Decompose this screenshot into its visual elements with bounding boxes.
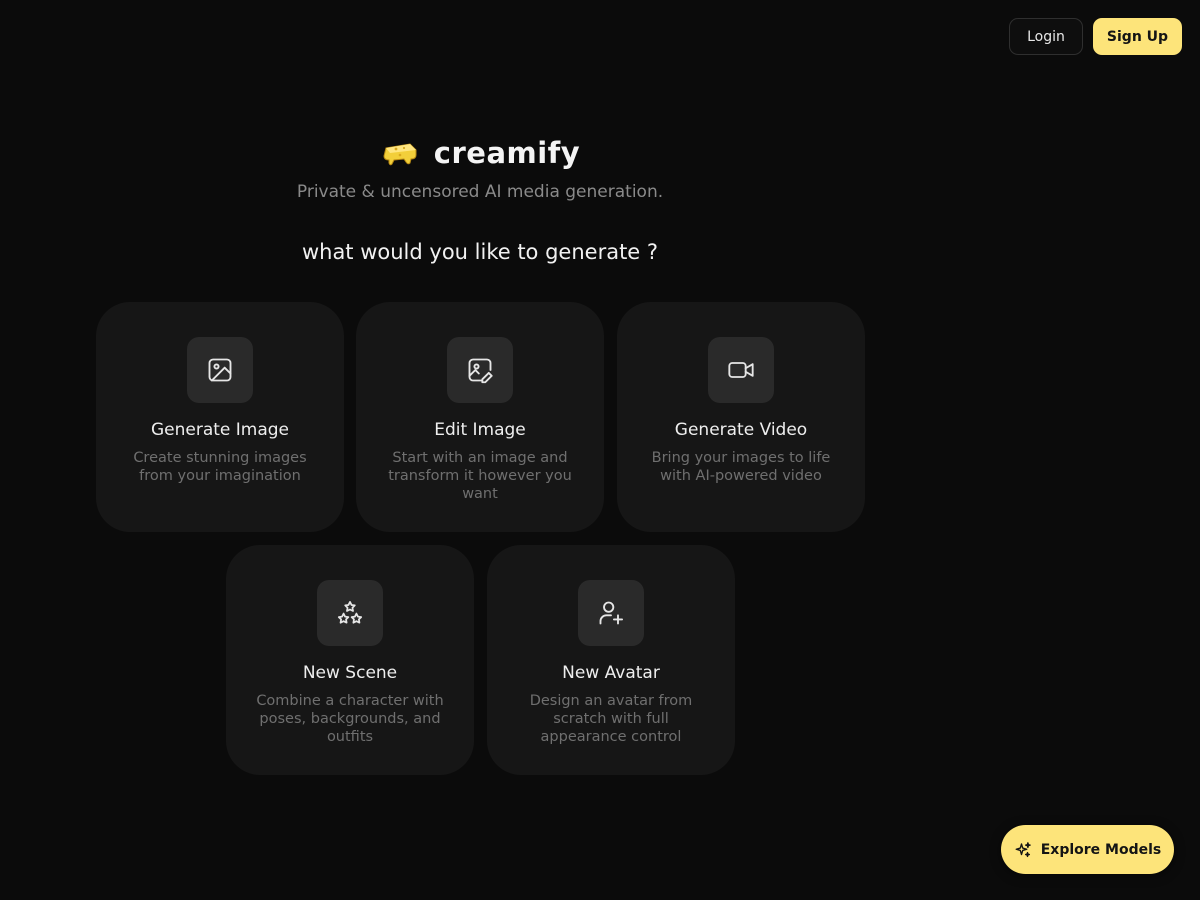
card-generate-image[interactable]: Generate Image Create stunning images fr… (96, 302, 344, 532)
brand: creamify (0, 136, 960, 170)
page: Login Sign Up creamify Private & uncenso… (0, 0, 1200, 900)
card-icon-box (187, 337, 253, 403)
card-generate-video[interactable]: Generate Video Bring your images to life… (617, 302, 865, 532)
brand-name: creamify (433, 136, 581, 170)
card-new-scene[interactable]: New Scene Combine a character with poses… (226, 545, 474, 775)
image-icon (208, 358, 232, 382)
card-new-avatar[interactable]: New Avatar Design an avatar from scratch… (487, 545, 735, 775)
tagline: Private & uncensored AI media generation… (296, 182, 664, 202)
card-title: New Scene (302, 663, 398, 683)
image-edit-icon (468, 358, 493, 384)
card-description: Bring your images to life with AI-powere… (651, 450, 831, 484)
login-button[interactable]: Login (1009, 18, 1083, 55)
card-description: Create stunning images from your imagina… (133, 450, 307, 484)
card-icon-box (447, 337, 513, 403)
card-description: Start with an image and transform it how… (388, 450, 572, 502)
card-icon-box (317, 580, 383, 646)
video-camera-icon (728, 362, 754, 378)
card-edit-image[interactable]: Edit Image Start with an image and trans… (356, 302, 604, 532)
explore-models-button[interactable]: Explore Models (1001, 825, 1174, 874)
card-description: Combine a character with poses, backgrou… (256, 693, 444, 745)
card-description: Design an avatar from scratch with full … (529, 693, 693, 745)
card-title: Generate Image (150, 420, 290, 440)
card-icon-box (708, 337, 774, 403)
signup-button[interactable]: Sign Up (1093, 18, 1182, 55)
explore-models-label: Explore Models (1040, 841, 1162, 858)
auth-buttons: Login Sign Up (1009, 18, 1182, 55)
stars-icon (337, 601, 363, 624)
user-plus-icon (599, 601, 624, 625)
card-title: Edit Image (434, 420, 526, 440)
cheese-melt-icon (383, 143, 417, 166)
prompt-heading: what would you like to generate ? (301, 240, 659, 264)
sparkles-icon (1015, 841, 1031, 857)
card-title: Generate Video (674, 420, 808, 440)
card-title: New Avatar (562, 663, 660, 683)
card-icon-box (578, 580, 644, 646)
